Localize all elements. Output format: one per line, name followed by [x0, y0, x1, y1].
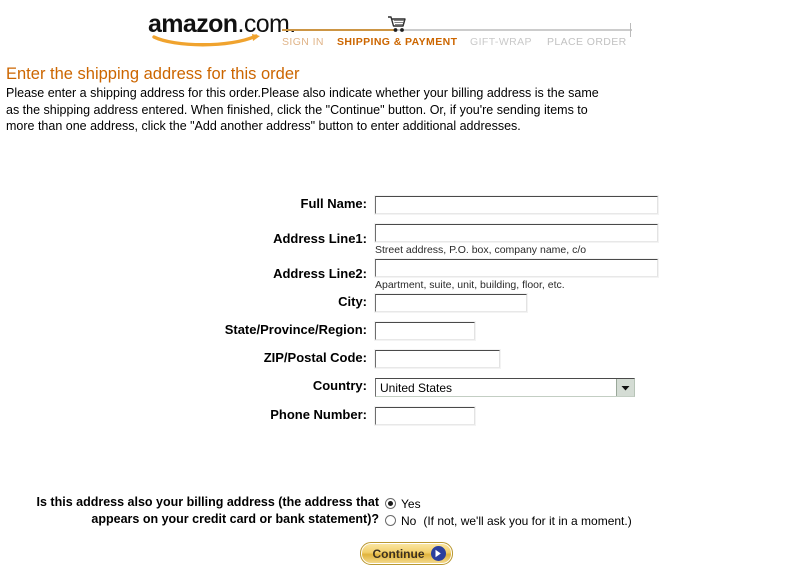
country-label: Country: — [312, 378, 367, 393]
full-name-input[interactable] — [374, 195, 659, 215]
country-select[interactable]: United States — [375, 378, 635, 397]
amazon-logo[interactable]: amazon.com. — [148, 12, 296, 48]
intro-description: Please enter a shipping address for this… — [6, 86, 599, 133]
continue-button-label: Continue — [372, 546, 425, 561]
progress-line-completed — [282, 29, 395, 31]
progress-line-remaining — [395, 29, 632, 31]
address-line2-hint: Apartment, suite, unit, building, floor,… — [375, 279, 565, 291]
arrow-right-circle-icon — [430, 546, 446, 561]
form-row-zip: ZIP/Postal Code: — [0, 349, 800, 369]
shipping-address-form: Full Name: Address Line1: Street address… — [0, 195, 800, 426]
form-row-city: City: — [0, 293, 800, 313]
form-row-state: State/Province/Region: — [0, 321, 800, 341]
billing-no-label: No — [401, 513, 417, 528]
page-header: amazon.com. SIGN IN SHIPPING & PAYMENT G… — [0, 0, 800, 56]
full-name-control — [374, 195, 800, 215]
address-line1-label: Address Line1: — [273, 231, 367, 246]
billing-address-question: Is this address also your billing addres… — [0, 494, 385, 528]
form-actions: Continue — [0, 542, 800, 565]
zip-input[interactable] — [374, 349, 501, 369]
country-control: United States — [375, 378, 800, 397]
billing-address-question-section: Is this address also your billing addres… — [0, 494, 800, 529]
zip-control — [374, 349, 800, 369]
continue-button[interactable]: Continue — [359, 542, 453, 565]
billing-question-line2: appears on your credit card or bank stat… — [91, 512, 379, 526]
intro-section: Enter the shipping address for this orde… — [6, 64, 606, 135]
address-line2-control: Apartment, suite, unit, building, floor,… — [374, 258, 800, 291]
form-row-country: Country: United States — [0, 378, 800, 397]
billing-radio-yes[interactable] — [385, 498, 396, 509]
form-row-address-line1: Address Line1: Street address, P.O. box,… — [0, 223, 800, 256]
billing-no-note: (If not, we'll ask you for it in a momen… — [423, 513, 632, 528]
zip-label: ZIP/Postal Code: — [263, 350, 367, 365]
state-control — [374, 321, 800, 341]
billing-address-options: Yes No (If not, we'll ask you for it in … — [385, 494, 800, 529]
progress-step-sign-in[interactable]: SIGN IN — [282, 36, 324, 48]
billing-option-no[interactable]: No (If not, we'll ask you for it in a mo… — [385, 512, 800, 529]
address-line1-control: Street address, P.O. box, company name, … — [374, 223, 800, 256]
phone-control — [374, 406, 800, 426]
page-title: Enter the shipping address for this orde… — [6, 65, 300, 83]
state-input[interactable] — [374, 321, 476, 341]
progress-end-tick — [630, 23, 631, 37]
progress-step-place-order[interactable]: PLACE ORDER — [547, 36, 627, 48]
shopping-cart-icon — [384, 14, 408, 34]
progress-step-shipping-payment[interactable]: SHIPPING & PAYMENT — [337, 36, 457, 48]
billing-yes-label: Yes — [401, 496, 421, 511]
address-line1-input[interactable] — [374, 223, 659, 243]
form-row-address-line2: Address Line2: Apartment, suite, unit, b… — [0, 258, 800, 291]
phone-input[interactable] — [374, 406, 476, 426]
address-line1-hint: Street address, P.O. box, company name, … — [375, 244, 587, 256]
city-input[interactable] — [374, 293, 528, 313]
progress-step-gift-wrap[interactable]: GIFT-WRAP — [470, 36, 532, 48]
city-control — [374, 293, 800, 313]
progress-step-labels: SIGN IN SHIPPING & PAYMENT GIFT-WRAP PLA… — [282, 36, 632, 52]
address-line2-input[interactable] — [374, 258, 659, 278]
billing-option-yes[interactable]: Yes — [385, 495, 800, 512]
checkout-progress-bar: SIGN IN SHIPPING & PAYMENT GIFT-WRAP PLA… — [282, 14, 632, 54]
state-label: State/Province/Region: — [224, 322, 367, 337]
billing-question-line1: Is this address also your billing addres… — [36, 495, 379, 509]
amazon-swoosh-icon — [152, 33, 264, 47]
form-row-full-name: Full Name: — [0, 195, 800, 215]
country-selected-value: United States — [380, 380, 453, 395]
city-label: City: — [338, 294, 367, 309]
address-line2-label: Address Line2: — [273, 266, 367, 281]
phone-label: Phone Number: — [270, 407, 367, 422]
billing-radio-no[interactable] — [385, 515, 396, 526]
chevron-down-icon[interactable] — [616, 379, 634, 396]
full-name-label: Full Name: — [300, 196, 367, 211]
form-row-phone: Phone Number: — [0, 406, 800, 426]
